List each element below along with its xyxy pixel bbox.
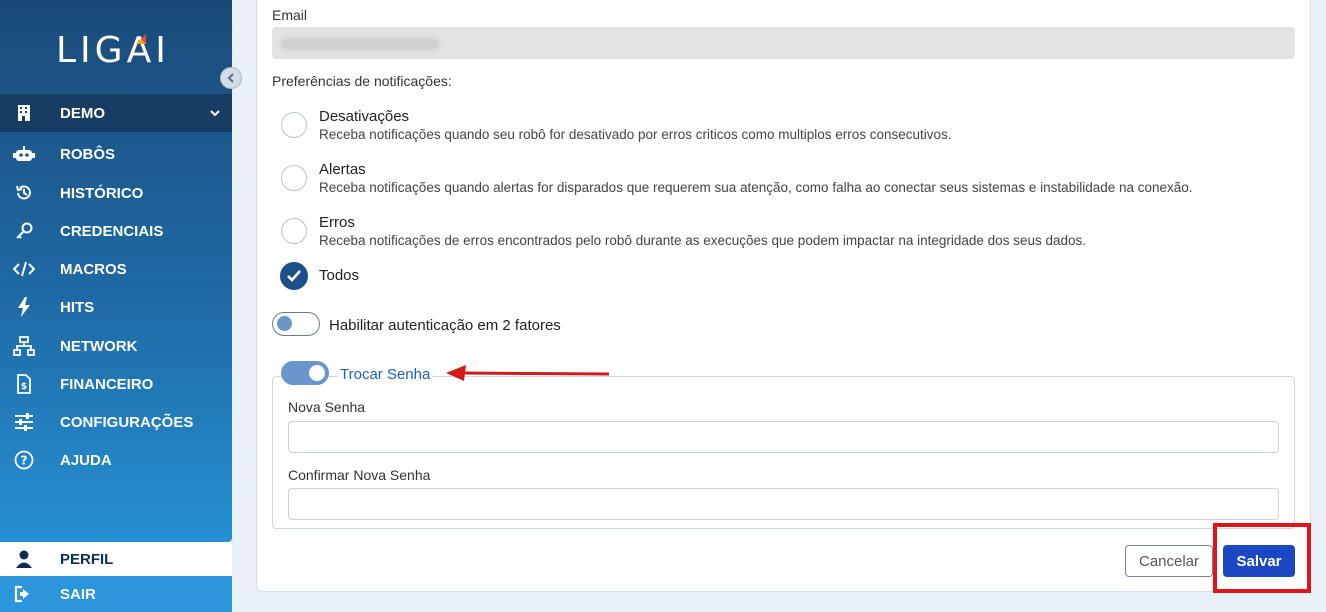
sidebar-item-label: MACROS (60, 260, 127, 278)
option-title: Erros (319, 214, 355, 231)
sidebar-item-label: ROBÔS (60, 145, 116, 163)
collapse-sidebar-button[interactable] (220, 67, 242, 89)
annotation-arrow (446, 365, 610, 381)
email-label: Email (272, 7, 308, 23)
twofa-toggle[interactable] (272, 312, 320, 336)
email-redacted (280, 38, 440, 50)
org-selector[interactable]: DEMO (0, 94, 232, 132)
sidebar-item-perfil[interactable]: PERFIL (0, 542, 232, 576)
toggle-knob (277, 316, 292, 331)
option-description: Receba notificações quando alertas for d… (319, 180, 1193, 195)
logo-text: LIGAI (56, 29, 170, 71)
sidebar-item-historico[interactable]: HISTÓRICO (0, 174, 232, 212)
org-name: DEMO (60, 104, 105, 122)
sliders-icon (12, 411, 36, 433)
change-password-toggle[interactable] (281, 361, 329, 385)
check-icon (287, 270, 301, 282)
chevron-left-icon (227, 73, 234, 83)
radio-erros[interactable] (281, 218, 307, 244)
network-icon (12, 335, 36, 357)
radio-desativacoes[interactable] (281, 112, 307, 138)
perfil-label: PERFIL (60, 550, 114, 568)
logo: LIGAI (56, 28, 170, 72)
code-icon (12, 258, 36, 280)
help-icon: ? (12, 449, 36, 471)
option-title: Desativações (319, 108, 410, 125)
sidebar-item-credenciais[interactable]: CREDENCIAIS (0, 212, 232, 250)
svg-text:?: ? (21, 454, 28, 468)
bolt-icon (12, 296, 36, 318)
option-description: Receba notificações de erros encontrados… (319, 233, 1086, 248)
option-title: Todos (319, 267, 360, 284)
sidebar-item-macros[interactable]: MACROS (0, 250, 232, 288)
logout-icon (12, 583, 36, 605)
sidebar-item-label: HISTÓRICO (60, 184, 144, 202)
user-icon (12, 548, 36, 570)
option-description: Receba notificações quando seu robô for … (319, 127, 952, 142)
confirm-password-input[interactable] (288, 488, 1279, 520)
invoice-icon: $ (12, 373, 36, 395)
new-password-label: Nova Senha (288, 399, 366, 415)
history-icon (12, 182, 36, 204)
annotation-highlight-box (1213, 523, 1311, 593)
sidebar-item-label: AJUDA (60, 451, 112, 469)
building-icon (12, 102, 36, 124)
sidebar-item-robos[interactable]: ROBÔS (0, 135, 232, 173)
notifications-label: Preferências de notificações: (272, 73, 452, 89)
confirm-password-label: Confirmar Nova Senha (288, 467, 431, 483)
logo-mark-icon (136, 34, 146, 44)
radio-alertas[interactable] (281, 165, 307, 191)
twofa-label: Habilitar autenticação em 2 fatores (329, 317, 561, 334)
sidebar-item-configuracoes[interactable]: CONFIGURAÇÕES (0, 403, 232, 441)
sidebar-item-label: CREDENCIAIS (60, 222, 164, 240)
toggle-knob (309, 365, 325, 381)
sidebar-item-label: FINANCEIRO (60, 375, 154, 393)
sidebar-item-label: CONFIGURAÇÕES (60, 413, 194, 431)
radio-todos[interactable] (280, 262, 308, 290)
change-password-label: Trocar Senha (338, 366, 433, 383)
sidebar-item-label: HITS (60, 298, 95, 316)
robot-icon (12, 143, 36, 165)
sidebar-item-financeiro[interactable]: $ FINANCEIRO (0, 365, 232, 403)
option-title: Alertas (319, 161, 366, 178)
sidebar-item-sair[interactable]: SAIR (0, 576, 232, 612)
chevron-down-icon (210, 110, 220, 117)
sidebar: LIGAI DEMO ROBÔS HISTÓRICO CREDENCIAIS M… (0, 0, 232, 542)
sidebar-item-network[interactable]: NETWORK (0, 327, 232, 365)
sidebar-item-ajuda[interactable]: ? AJUDA (0, 441, 232, 479)
sair-label: SAIR (60, 585, 96, 603)
key-icon (12, 220, 36, 242)
svg-text:$: $ (21, 382, 27, 392)
sidebar-item-hits[interactable]: HITS (0, 288, 232, 326)
new-password-input[interactable] (288, 421, 1279, 453)
cancel-button[interactable]: Cancelar (1125, 545, 1213, 577)
sidebar-item-label: NETWORK (60, 337, 138, 355)
